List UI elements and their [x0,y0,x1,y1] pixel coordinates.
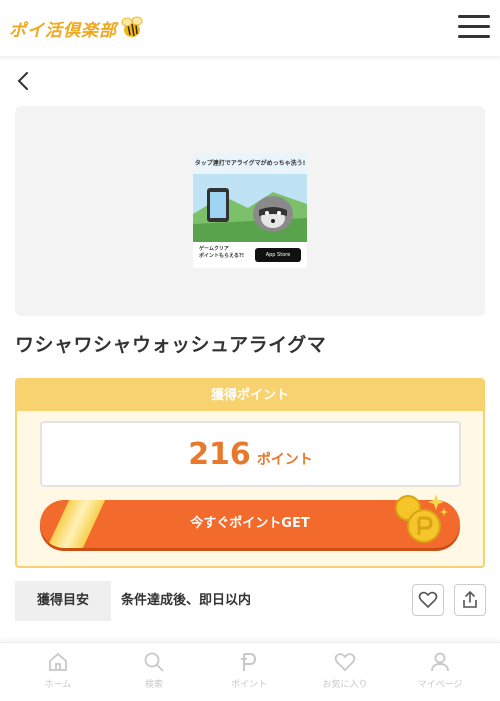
tab-label: お気に入り [322,680,368,690]
guide-label: 獲得目安 [15,581,111,621]
tab-mypage[interactable]: マイページ [410,651,470,690]
chevron-left-icon[interactable] [14,70,34,92]
points-unit: ポイント [256,452,313,468]
point-icon [241,653,257,671]
heart-icon [418,591,438,609]
share-icon [463,590,477,608]
banner-caption-line1: ゲームクリア [199,246,229,252]
bottom-tab-bar: ホーム 検索 ポイント お気に入り マイページ [0,642,500,701]
tab-label: ポイント [230,680,267,690]
tab-label: ホーム [44,680,72,690]
banner-bottom-caption: ゲームクリア ポイントもらえる?! [199,246,244,260]
tab-points[interactable]: ポイント [219,651,279,690]
search-icon [144,652,164,672]
points-display: 216 ポイント [40,421,461,487]
bee-icon [121,16,143,37]
hamburger-menu-icon[interactable] [458,13,490,41]
app-header: ポイ活倶楽部 [0,0,500,56]
app-title: ワシャワシャウォッシュアライグマ [15,334,327,356]
user-icon [431,652,449,672]
tab-home[interactable]: ホーム [28,651,88,690]
favorite-button[interactable] [412,584,444,616]
coin-icon [395,494,448,543]
app-banner-image: タップ連打でアライグマがめっちゃ洗う! ゲームクリア ポイントもらえる?! Ap… [193,154,307,268]
guide-value: 条件達成後、即日以内 [121,593,252,608]
tab-label: マイページ [417,680,463,690]
points-value: 216 [188,436,251,472]
share-button[interactable] [454,584,486,616]
heart-icon [334,653,356,672]
banner-caption-line2: ポイントもらえる?! [199,253,245,259]
raccoon-illustration [193,174,307,242]
tab-label: 検索 [144,680,163,690]
app-store-badge: App Store [255,248,301,262]
tab-favorites[interactable]: お気に入り [315,651,375,690]
banner-top-caption: タップ連打でアライグマがめっちゃ洗う! [193,154,307,174]
home-icon [49,652,67,671]
banner-bottom: ゲームクリア ポイントもらえる?! App Store [193,242,307,268]
tab-search[interactable]: 検索 [124,651,184,690]
logo[interactable]: ポイ活倶楽部 [9,15,145,41]
points-heading: 獲得ポイント [17,380,483,411]
logo-text: ポイ活倶楽部 [9,20,117,41]
